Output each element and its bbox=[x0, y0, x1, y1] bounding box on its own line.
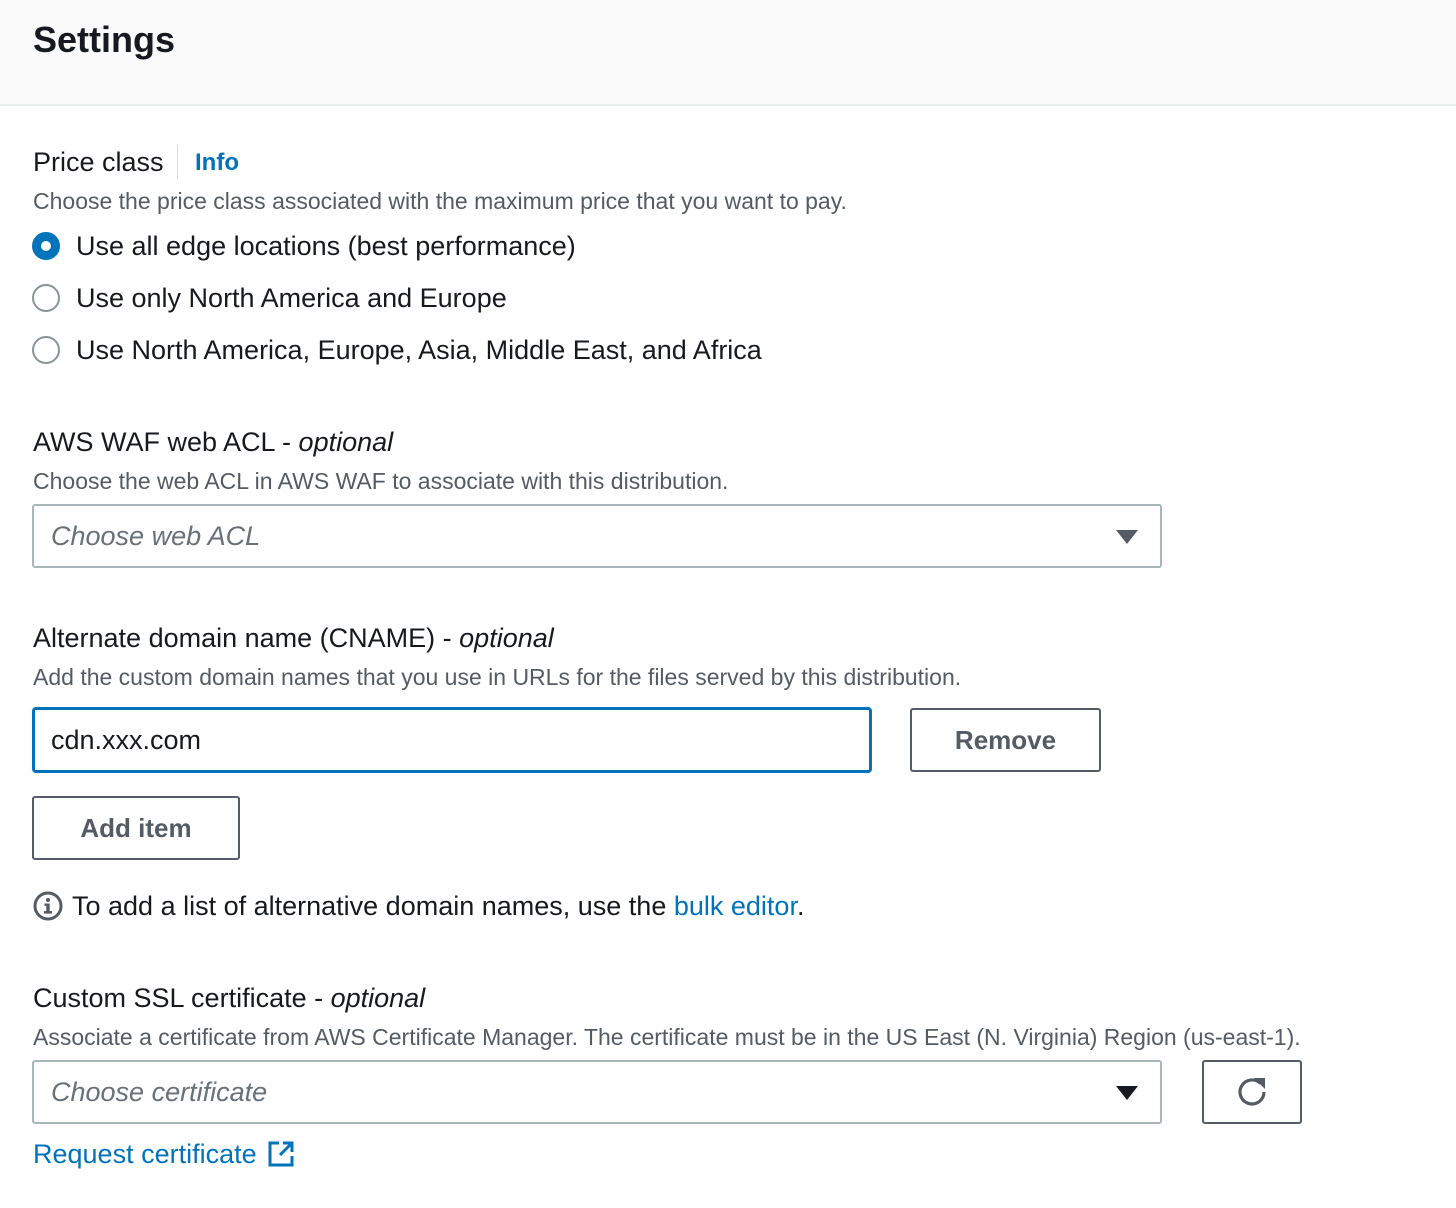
refresh-icon bbox=[1238, 1078, 1266, 1106]
cname-description: Add the custom domain names that you use… bbox=[33, 664, 962, 690]
note-prefix: To add a list of alternative domain name… bbox=[72, 891, 674, 921]
waf-description: Choose the web ACL in AWS WAF to associa… bbox=[33, 468, 729, 494]
add-item-button[interactable]: Add item bbox=[32, 796, 240, 860]
ssl-optional-text: optional bbox=[330, 983, 426, 1013]
radio-option-na-europe-asia-me-africa[interactable]: Use North America, Europe, Asia, Middle … bbox=[32, 332, 762, 368]
settings-header: Settings bbox=[0, 0, 1456, 106]
waf-label-text: AWS WAF web ACL - bbox=[33, 427, 299, 457]
radio-option-na-europe[interactable]: Use only North America and Europe bbox=[32, 280, 507, 316]
bulk-editor-note: To add a list of alternative domain name… bbox=[72, 889, 804, 923]
radio-selected-icon[interactable] bbox=[32, 232, 60, 260]
certificate-select[interactable]: Choose certificate bbox=[32, 1060, 1162, 1124]
cname-label: Alternate domain name (CNAME) - optional bbox=[33, 621, 554, 655]
waf-optional-text: optional bbox=[298, 427, 394, 457]
info-separator bbox=[177, 145, 178, 179]
certificate-select-placeholder: Choose certificate bbox=[51, 1077, 268, 1107]
request-certificate-label: Request certificate bbox=[33, 1139, 257, 1169]
cname-optional-text: optional bbox=[459, 623, 554, 653]
ssl-label-text: Custom SSL certificate - bbox=[33, 983, 331, 1013]
remove-button[interactable]: Remove bbox=[910, 708, 1101, 772]
cname-input[interactable] bbox=[32, 707, 872, 773]
page-title: Settings bbox=[33, 19, 176, 60]
radio-option-label: Use North America, Europe, Asia, Middle … bbox=[76, 335, 762, 365]
price-class-info-link[interactable]: Info bbox=[195, 147, 239, 179]
waf-select-placeholder: Choose web ACL bbox=[51, 521, 261, 551]
caret-down-icon bbox=[1116, 530, 1138, 544]
caret-down-icon bbox=[1116, 1086, 1138, 1100]
ssl-description: Associate a certificate from AWS Certifi… bbox=[33, 1024, 1301, 1050]
external-link-icon bbox=[268, 1141, 294, 1167]
price-class-label: Price class bbox=[33, 147, 164, 177]
cname-label-text: Alternate domain name (CNAME) - bbox=[33, 623, 460, 653]
request-certificate-link[interactable]: Request certificate bbox=[33, 1137, 295, 1171]
bulk-editor-link[interactable]: bulk editor bbox=[674, 891, 797, 921]
price-class-description: Choose the price class associated with t… bbox=[33, 188, 847, 214]
ssl-label: Custom SSL certificate - optional bbox=[33, 981, 425, 1015]
info-circle-icon bbox=[33, 891, 63, 921]
waf-web-acl-select[interactable]: Choose web ACL bbox=[32, 504, 1162, 568]
radio-unselected-icon[interactable] bbox=[32, 284, 60, 312]
radio-option-all-edge[interactable]: Use all edge locations (best performance… bbox=[32, 228, 576, 264]
note-suffix: . bbox=[796, 891, 805, 921]
refresh-certificates-button[interactable] bbox=[1202, 1060, 1302, 1124]
radio-unselected-icon[interactable] bbox=[32, 336, 60, 364]
waf-label: AWS WAF web ACL - optional bbox=[33, 425, 393, 459]
radio-option-label: Use all edge locations (best performance… bbox=[76, 231, 576, 261]
radio-option-label: Use only North America and Europe bbox=[76, 283, 507, 313]
